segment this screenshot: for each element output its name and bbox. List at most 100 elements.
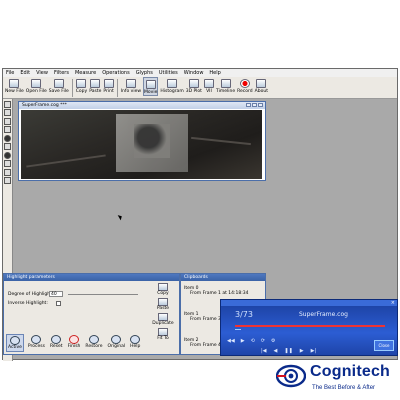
fit-icon: [158, 328, 168, 336]
clipboard-item[interactable]: Item 0 From Frame 1 at 14:18:34: [184, 286, 249, 296]
inverse-checkbox[interactable]: [56, 301, 61, 306]
reset-button[interactable]: Reset: [49, 334, 64, 352]
duplicate-button[interactable]: Duplicate: [150, 313, 176, 326]
degree-label: Degree of Highlight:: [8, 292, 54, 297]
video-frame-image[interactable]: [21, 110, 262, 179]
mouse-cursor-icon: [117, 213, 124, 221]
cognitech-logo-icon: [276, 364, 306, 388]
process-icon: [31, 335, 42, 344]
duplicate-icon: [158, 313, 168, 321]
move-tool-icon[interactable]: [4, 143, 11, 150]
clipboard-item[interactable]: Item 2 From Frame 45: [184, 338, 224, 348]
playback-progress-fill: [235, 329, 241, 330]
finish-button[interactable]: Finish: [67, 334, 82, 352]
record-button[interactable]: Record: [237, 77, 253, 94]
grid-tool-icon[interactable]: [4, 168, 11, 176]
help-button[interactable]: Help: [129, 334, 141, 352]
vii-icon: [203, 79, 214, 88]
line-tool-icon[interactable]: [4, 117, 11, 125]
frame-detail: [26, 154, 106, 168]
degree-input[interactable]: 40: [49, 291, 63, 297]
magic-wand-tool-icon[interactable]: [4, 160, 11, 167]
paste-icon: [90, 79, 101, 88]
active-button[interactable]: Active: [6, 334, 24, 352]
copy-icon: [158, 283, 168, 291]
timeline-button[interactable]: Timeline: [216, 77, 235, 94]
menu-edit[interactable]: Edit: [17, 70, 33, 76]
menu-measure[interactable]: Measure: [72, 70, 99, 76]
original-button[interactable]: Original: [106, 334, 126, 352]
active-icon: [9, 336, 20, 345]
menu-window[interactable]: Window: [181, 70, 207, 76]
player-close-button[interactable]: Close: [374, 340, 394, 351]
save-file-button[interactable]: Save File: [49, 77, 69, 94]
menu-help[interactable]: Help: [206, 70, 223, 76]
loop-icon[interactable]: ⟲: [251, 338, 255, 344]
histogram-icon: [167, 79, 178, 88]
prev-frame-icon[interactable]: ◀: [274, 348, 278, 354]
next-frame-icon[interactable]: ▶: [300, 348, 304, 354]
menu-view[interactable]: View: [33, 70, 51, 76]
about-button[interactable]: About: [255, 77, 268, 94]
play-icon[interactable]: ▶: [241, 338, 245, 344]
player-controls: ◀◀ ▶ ⟲ ⟳ ⚙: [227, 338, 275, 344]
close-icon[interactable]: ×: [391, 300, 395, 306]
paste-side-button[interactable]: Paste: [150, 298, 176, 311]
degree-slider[interactable]: [68, 294, 138, 295]
clipboard-item[interactable]: Item 1 From Frame 30: [184, 312, 224, 322]
pointer-tool-icon[interactable]: [4, 100, 11, 108]
speed-icon[interactable]: ⟳: [261, 338, 265, 344]
playback-progress-bar[interactable]: [235, 325, 385, 327]
highlight-parameters-panel: Highlight parameters Degree of Highlight…: [3, 273, 180, 355]
plot-3d-button[interactable]: 3D Plot: [186, 77, 202, 94]
histogram-button[interactable]: Histogram: [160, 77, 184, 94]
menu-glyphs[interactable]: Glyphs: [133, 70, 156, 76]
print-button[interactable]: Print: [103, 77, 114, 94]
open-file-button[interactable]: Open File: [26, 77, 47, 94]
movie-button[interactable]: Movie: [143, 77, 159, 96]
help-icon: [130, 335, 141, 344]
info-view-button[interactable]: Info view: [121, 77, 141, 94]
toolbar-divider: [71, 79, 73, 97]
last-frame-icon[interactable]: ▶|: [311, 348, 317, 354]
polygon-tool-icon[interactable]: [4, 126, 11, 133]
pause-icon[interactable]: ❚❚: [284, 348, 292, 354]
new-file-icon: [9, 79, 20, 88]
close-button[interactable]: [258, 103, 263, 107]
panel-title: Highlight parameters: [4, 274, 179, 281]
rect-select-tool-icon[interactable]: [4, 109, 11, 116]
open-folder-icon: [31, 79, 42, 88]
image-window[interactable]: SuperFrame.cog ***: [18, 101, 266, 181]
circle-tool-icon[interactable]: [4, 134, 11, 142]
restore-button[interactable]: Restore: [84, 334, 103, 352]
record-icon: [239, 79, 250, 88]
vii-button[interactable]: VII: [203, 77, 214, 94]
menu-filters[interactable]: Filters: [51, 70, 72, 76]
highlight-region[interactable]: [116, 114, 188, 172]
info-icon: [125, 79, 136, 88]
ellipse-tool-icon[interactable]: [4, 151, 11, 159]
menu-utilities[interactable]: Utilities: [156, 70, 181, 76]
movie-player: × 3/73 SuperFrame.cog ◀◀ ▶ ⟲ ⟳ ⚙ |◀ ◀ ❚❚…: [220, 299, 398, 356]
maximize-button[interactable]: [252, 103, 257, 107]
menu-operations[interactable]: Operations: [99, 70, 133, 76]
menu-bar: File Edit View Filters Measure Operation…: [3, 69, 397, 77]
save-disk-icon: [53, 79, 64, 88]
fit-to-button[interactable]: Fit To: [150, 328, 176, 341]
shape-tool-icon[interactable]: [4, 177, 11, 184]
brand-name: Cognitech: [310, 363, 391, 380]
new-file-button[interactable]: New File: [5, 77, 24, 94]
first-frame-icon[interactable]: |◀: [261, 348, 267, 354]
paste-button[interactable]: Paste: [89, 77, 101, 94]
step-back-icon[interactable]: ◀◀: [227, 338, 235, 344]
copy-button[interactable]: Copy: [76, 77, 87, 94]
action-button-row: Active Process Reset Finish Restore Orig…: [6, 334, 141, 352]
process-button[interactable]: Process: [27, 334, 46, 352]
settings-icon[interactable]: ⚙: [271, 338, 275, 344]
copy-side-button[interactable]: Copy: [150, 283, 176, 296]
original-icon: [111, 335, 122, 344]
player-filename: SuperFrame.cog: [299, 311, 348, 318]
minimize-button[interactable]: [246, 103, 251, 107]
menu-file[interactable]: File: [3, 70, 17, 76]
paste-icon: [158, 298, 168, 306]
